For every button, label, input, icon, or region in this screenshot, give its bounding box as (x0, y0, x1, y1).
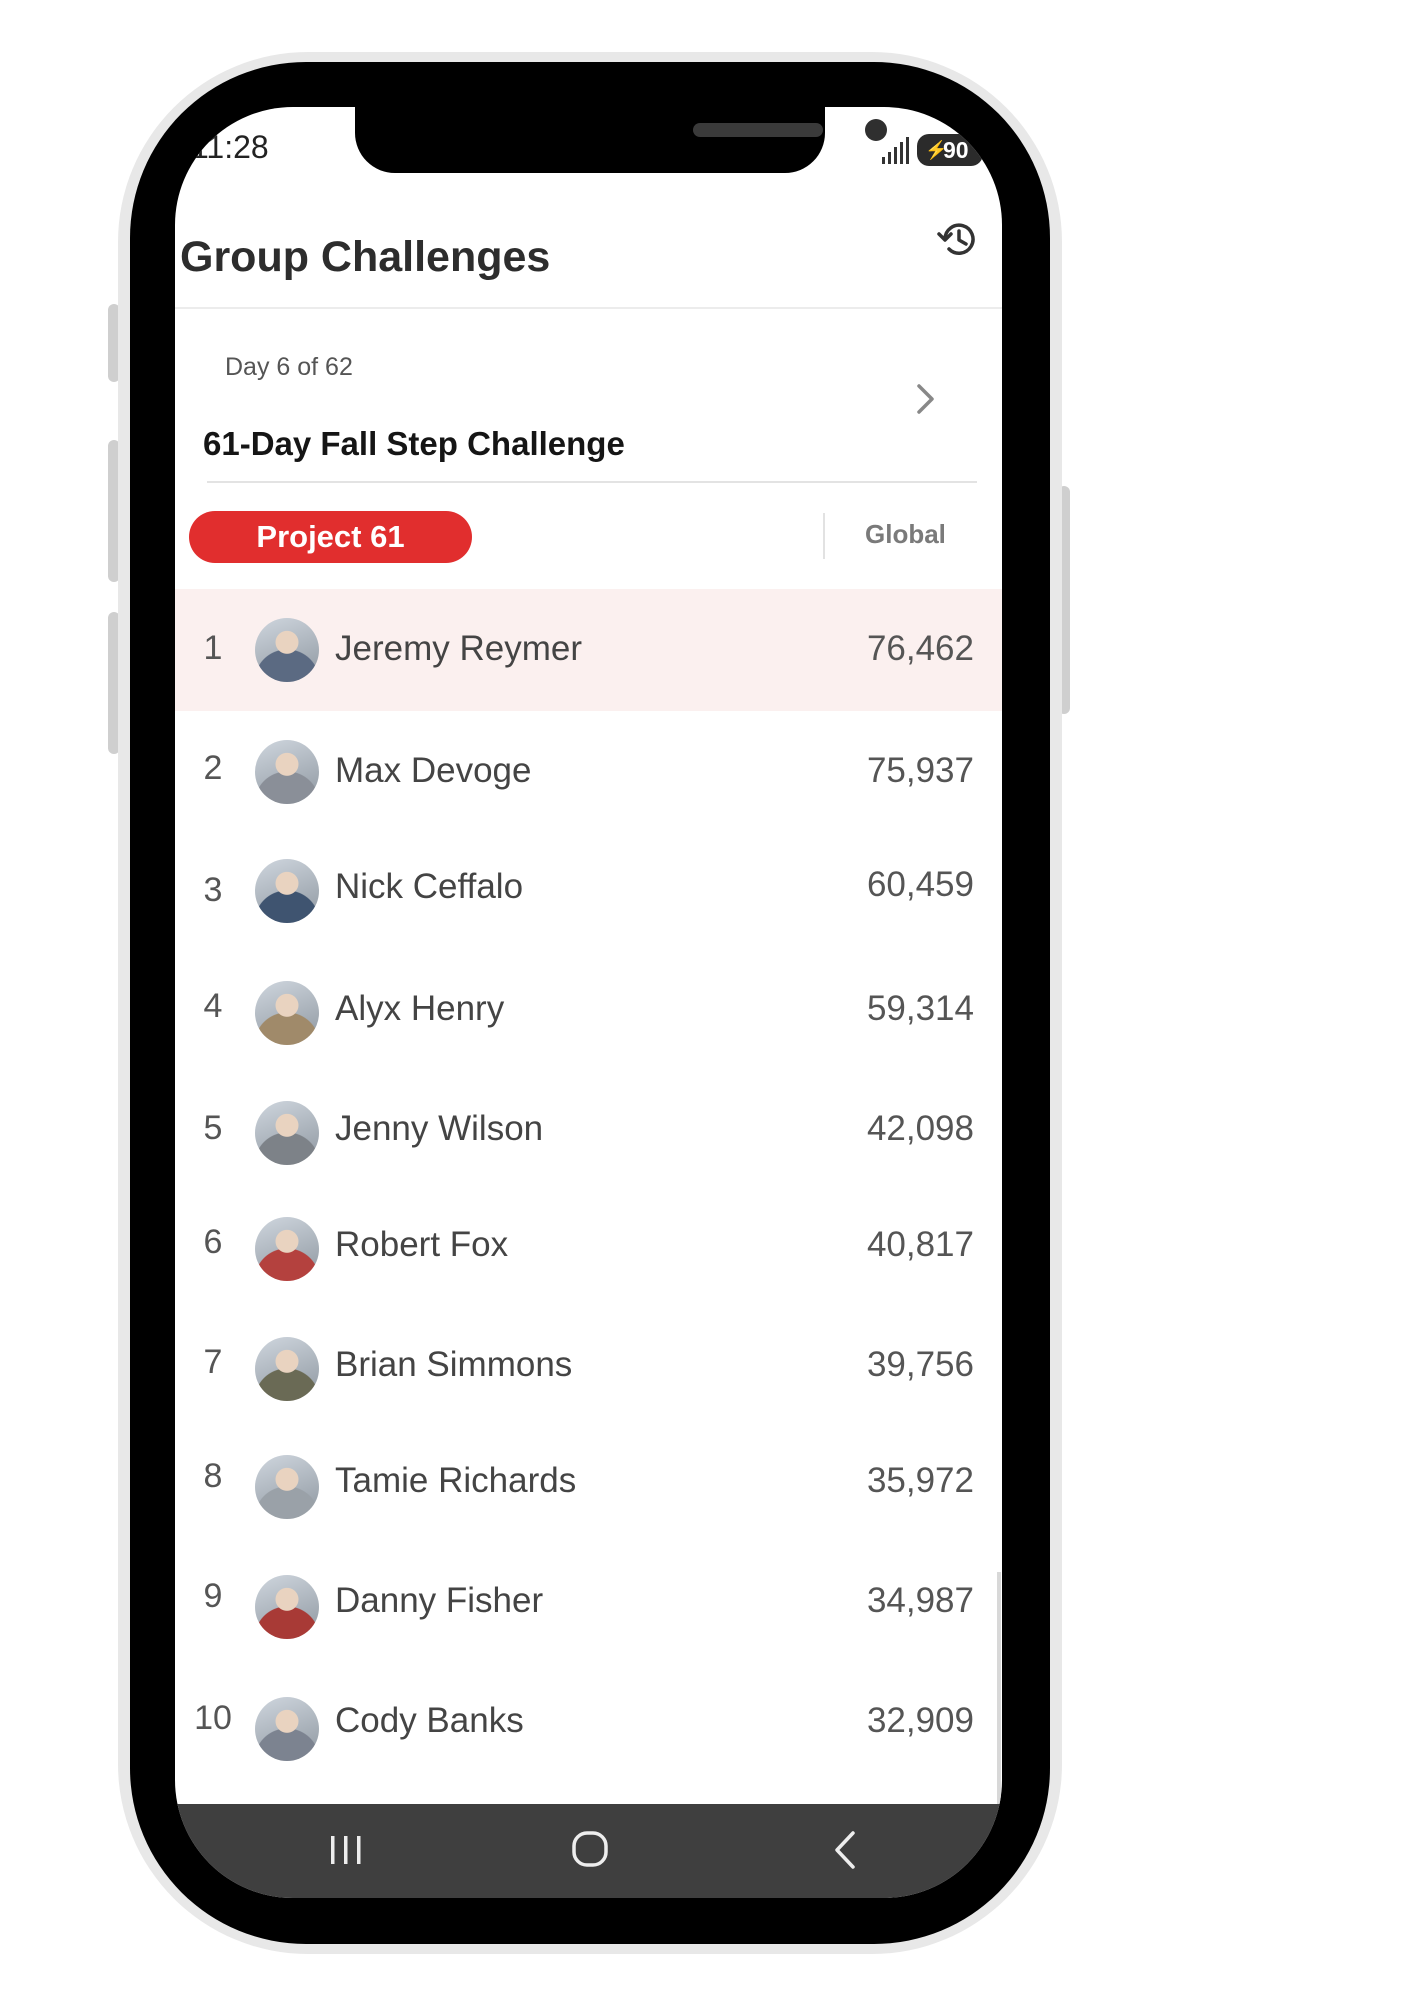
battery-icon: ⚡ (925, 140, 948, 160)
row-rank: 4 (203, 987, 223, 1025)
user-name: Jeremy Reymer (335, 629, 582, 668)
status-time: 11:28 (191, 129, 269, 165)
user-avatar (255, 859, 319, 923)
leaderboard-row[interactable]: 8 Tamie Richards 35,972 (175, 1443, 1002, 1565)
challenge-card[interactable]: Day 6 of 62 61-Day Fall Step Challenge (175, 311, 1002, 487)
row-rank: 3 (203, 871, 223, 909)
tab-separator (823, 513, 825, 559)
user-avatar (255, 1575, 319, 1639)
step-count: 40,817 (866, 1225, 974, 1264)
leaderboard-row[interactable]: 5 Jenny Wilson 42,098 (175, 1077, 1002, 1199)
leaderboard-row[interactable]: 7 Brian Simmons 39,756 (175, 1321, 1002, 1443)
speaker-grille (693, 123, 823, 137)
recents-icon[interactable] (311, 1820, 381, 1880)
user-name: Brian Simmons (335, 1345, 573, 1384)
header-divider (175, 307, 1002, 309)
user-name: Danny Fisher (335, 1581, 544, 1620)
user-name: Jenny Wilson (335, 1109, 544, 1148)
row-rank: 9 (203, 1577, 223, 1615)
step-count: 35,972 (866, 1461, 974, 1500)
app-screen: 11:28 ⚡ 90 Group Challenges Day 6 of 62 … (175, 107, 1002, 1898)
user-avatar (255, 1455, 319, 1519)
leaderboard-row[interactable]: 1 Jeremy Reymer 76,462 (175, 589, 1002, 711)
scrollbar[interactable] (997, 1572, 1001, 1804)
step-count: 42,098 (866, 1109, 974, 1148)
row-rank: 10 (194, 1699, 232, 1737)
row-rank: 2 (203, 749, 223, 787)
step-count: 75,937 (866, 751, 974, 790)
row-rank: 7 (203, 1343, 223, 1381)
row-rank: 1 (203, 629, 223, 667)
row-rank: 5 (203, 1109, 223, 1147)
leaderboard-row[interactable]: 3 Nick Ceffalo 60,459 (175, 833, 1002, 955)
signal-icon (882, 137, 909, 164)
leaderboard-row[interactable]: 9 Danny Fisher 34,987 (175, 1565, 1002, 1687)
user-avatar (255, 1337, 319, 1401)
step-count: 32,909 (866, 1701, 974, 1740)
row-rank: 6 (203, 1223, 223, 1261)
system-nav-bar (175, 1804, 1002, 1898)
challenge-day-label: Day 6 of 62 (225, 353, 353, 381)
challenge-name: 61-Day Fall Step Challenge (203, 425, 625, 462)
leaderboard-row[interactable]: 10 Cody Banks 32,909 (175, 1687, 1002, 1809)
card-divider (207, 481, 977, 483)
user-avatar (255, 740, 319, 804)
tab-global[interactable]: Global (865, 519, 946, 550)
step-count: 76,462 (866, 629, 974, 668)
user-avatar (255, 1217, 319, 1281)
user-name: Tamie Richards (335, 1461, 577, 1500)
notch (355, 107, 887, 173)
user-name: Max Devoge (335, 751, 532, 790)
user-avatar (255, 981, 319, 1045)
step-count: 60,459 (866, 865, 974, 904)
user-avatar (255, 1697, 319, 1761)
step-count: 34,987 (866, 1581, 974, 1620)
user-name: Alyx Henry (335, 989, 505, 1028)
user-name: Robert Fox (335, 1225, 509, 1264)
user-avatar (255, 618, 319, 682)
leaderboard-row[interactable]: 6 Robert Fox 40,817 (175, 1199, 1002, 1321)
leaderboard-row[interactable]: 2 Max Devoge 75,937 (175, 711, 1002, 833)
back-icon[interactable] (811, 1820, 881, 1880)
user-name: Cody Banks (335, 1701, 524, 1740)
battery-badge: ⚡ 90 (917, 134, 983, 166)
history-icon[interactable] (935, 217, 979, 261)
step-count: 39,756 (866, 1345, 974, 1384)
home-icon[interactable] (555, 1820, 625, 1880)
leaderboard-row[interactable]: 4 Alyx Henry 59,314 (175, 955, 1002, 1077)
chevron-right-icon (917, 384, 934, 414)
tab-project-61[interactable]: Project 61 (189, 511, 472, 563)
user-avatar (255, 1101, 319, 1165)
step-count: 59,314 (866, 989, 974, 1028)
row-rank: 8 (203, 1457, 223, 1495)
user-name: Nick Ceffalo (335, 867, 524, 906)
page-title: Group Challenges (180, 233, 551, 281)
